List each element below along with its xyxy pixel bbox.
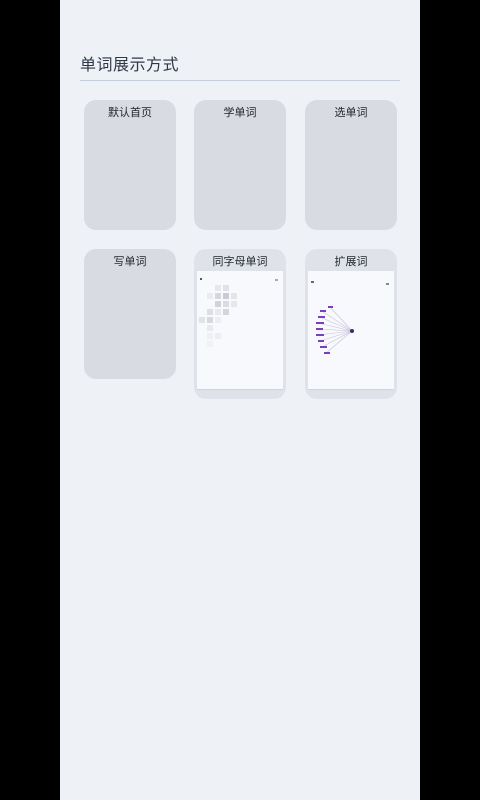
letter-grid-preview-image [199,278,278,347]
display-mode-grid: 默认首页 学单词 选单词 写单词 同字母单词 扩展词 [60,0,420,800]
card-label: 默认首页 [108,106,152,119]
card-learn-words[interactable]: 学单词 [194,100,286,230]
card-same-letter-words[interactable]: 同字母单词 [194,249,286,399]
card-label: 选单词 [334,106,368,119]
card-write-words[interactable]: 写单词 [84,249,176,379]
card-extended-words[interactable]: 扩展词 [305,249,397,399]
app-screen: 单词展示方式 默认首页 学单词 选单词 写单词 同字母单词 扩展词 [60,0,420,800]
word-tree-preview-image [311,281,389,354]
card-select-words[interactable]: 选单词 [305,100,397,230]
card-label: 同字母单词 [212,255,268,268]
card-label: 扩展词 [334,255,368,268]
card-label: 写单词 [113,255,147,268]
extended-words-preview-thumbnail [308,271,394,390]
same-letter-preview-thumbnail [197,271,283,390]
card-label: 学单词 [223,106,257,119]
card-default-home[interactable]: 默认首页 [84,100,176,230]
